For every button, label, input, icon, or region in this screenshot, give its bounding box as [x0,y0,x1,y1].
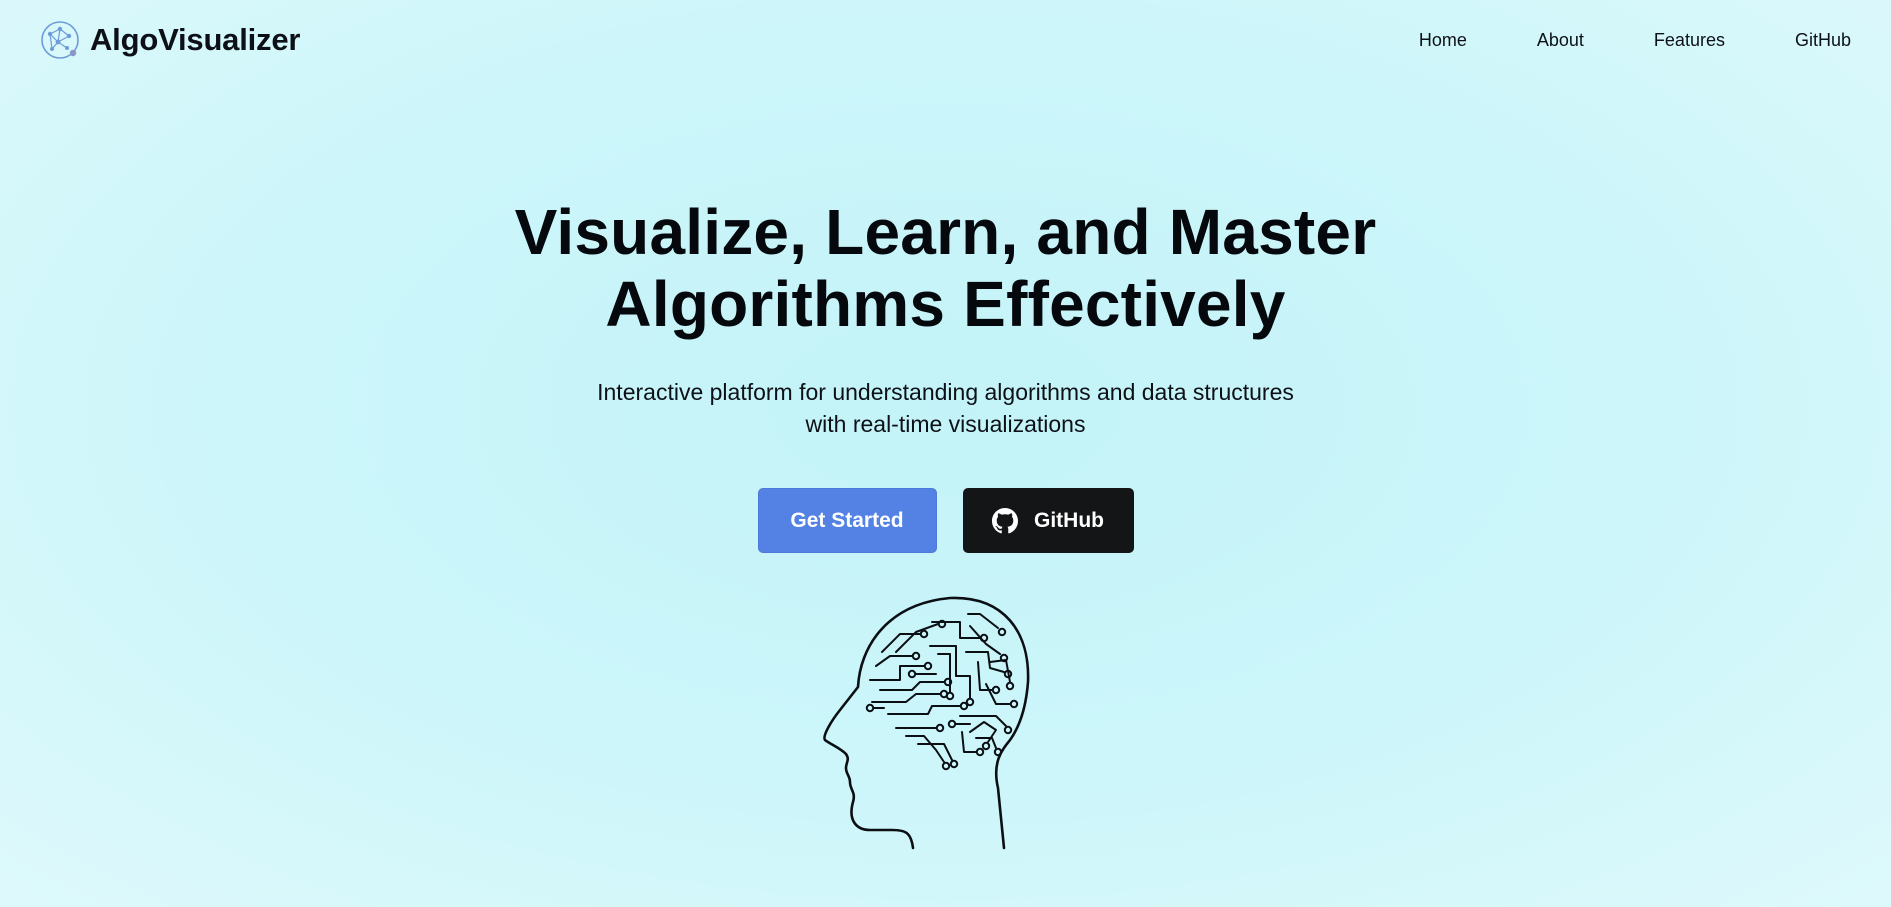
brand[interactable]: AlgoVisualizer [40,20,300,60]
hero-subtitle-line2: with real-time visualizations [805,411,1086,437]
network-logo-icon [41,21,79,59]
hero-subtitle: Interactive platform for understanding a… [546,376,1346,440]
nav-features-link[interactable]: Features [1654,30,1725,51]
get-started-button[interactable]: Get Started [757,488,937,553]
navbar: AlgoVisualizer Home About Features GitHu… [0,0,1891,80]
github-button[interactable]: GitHub [962,488,1134,553]
hero-title: Visualize, Learn, and Master Algorithms … [515,196,1377,340]
hero-title-line2: Algorithms Effectively [605,268,1286,340]
github-icon [992,507,1018,533]
nav-about-link[interactable]: About [1537,30,1584,51]
hero-section: Visualize, Learn, and Master Algorithms … [0,196,1891,553]
circuit-brain-head-icon [823,596,1030,850]
cta-buttons: Get Started GitHub [757,488,1134,553]
hero-subtitle-line1: Interactive platform for understanding a… [597,379,1294,405]
main-nav: Home About Features GitHub [1349,30,1851,51]
brand-name: AlgoVisualizer [90,22,301,57]
nav-home-link[interactable]: Home [1419,30,1467,51]
hero-title-line1: Visualize, Learn, and Master [514,196,1377,268]
nav-github-link[interactable]: GitHub [1795,30,1851,51]
github-button-label: GitHub [1034,508,1104,532]
